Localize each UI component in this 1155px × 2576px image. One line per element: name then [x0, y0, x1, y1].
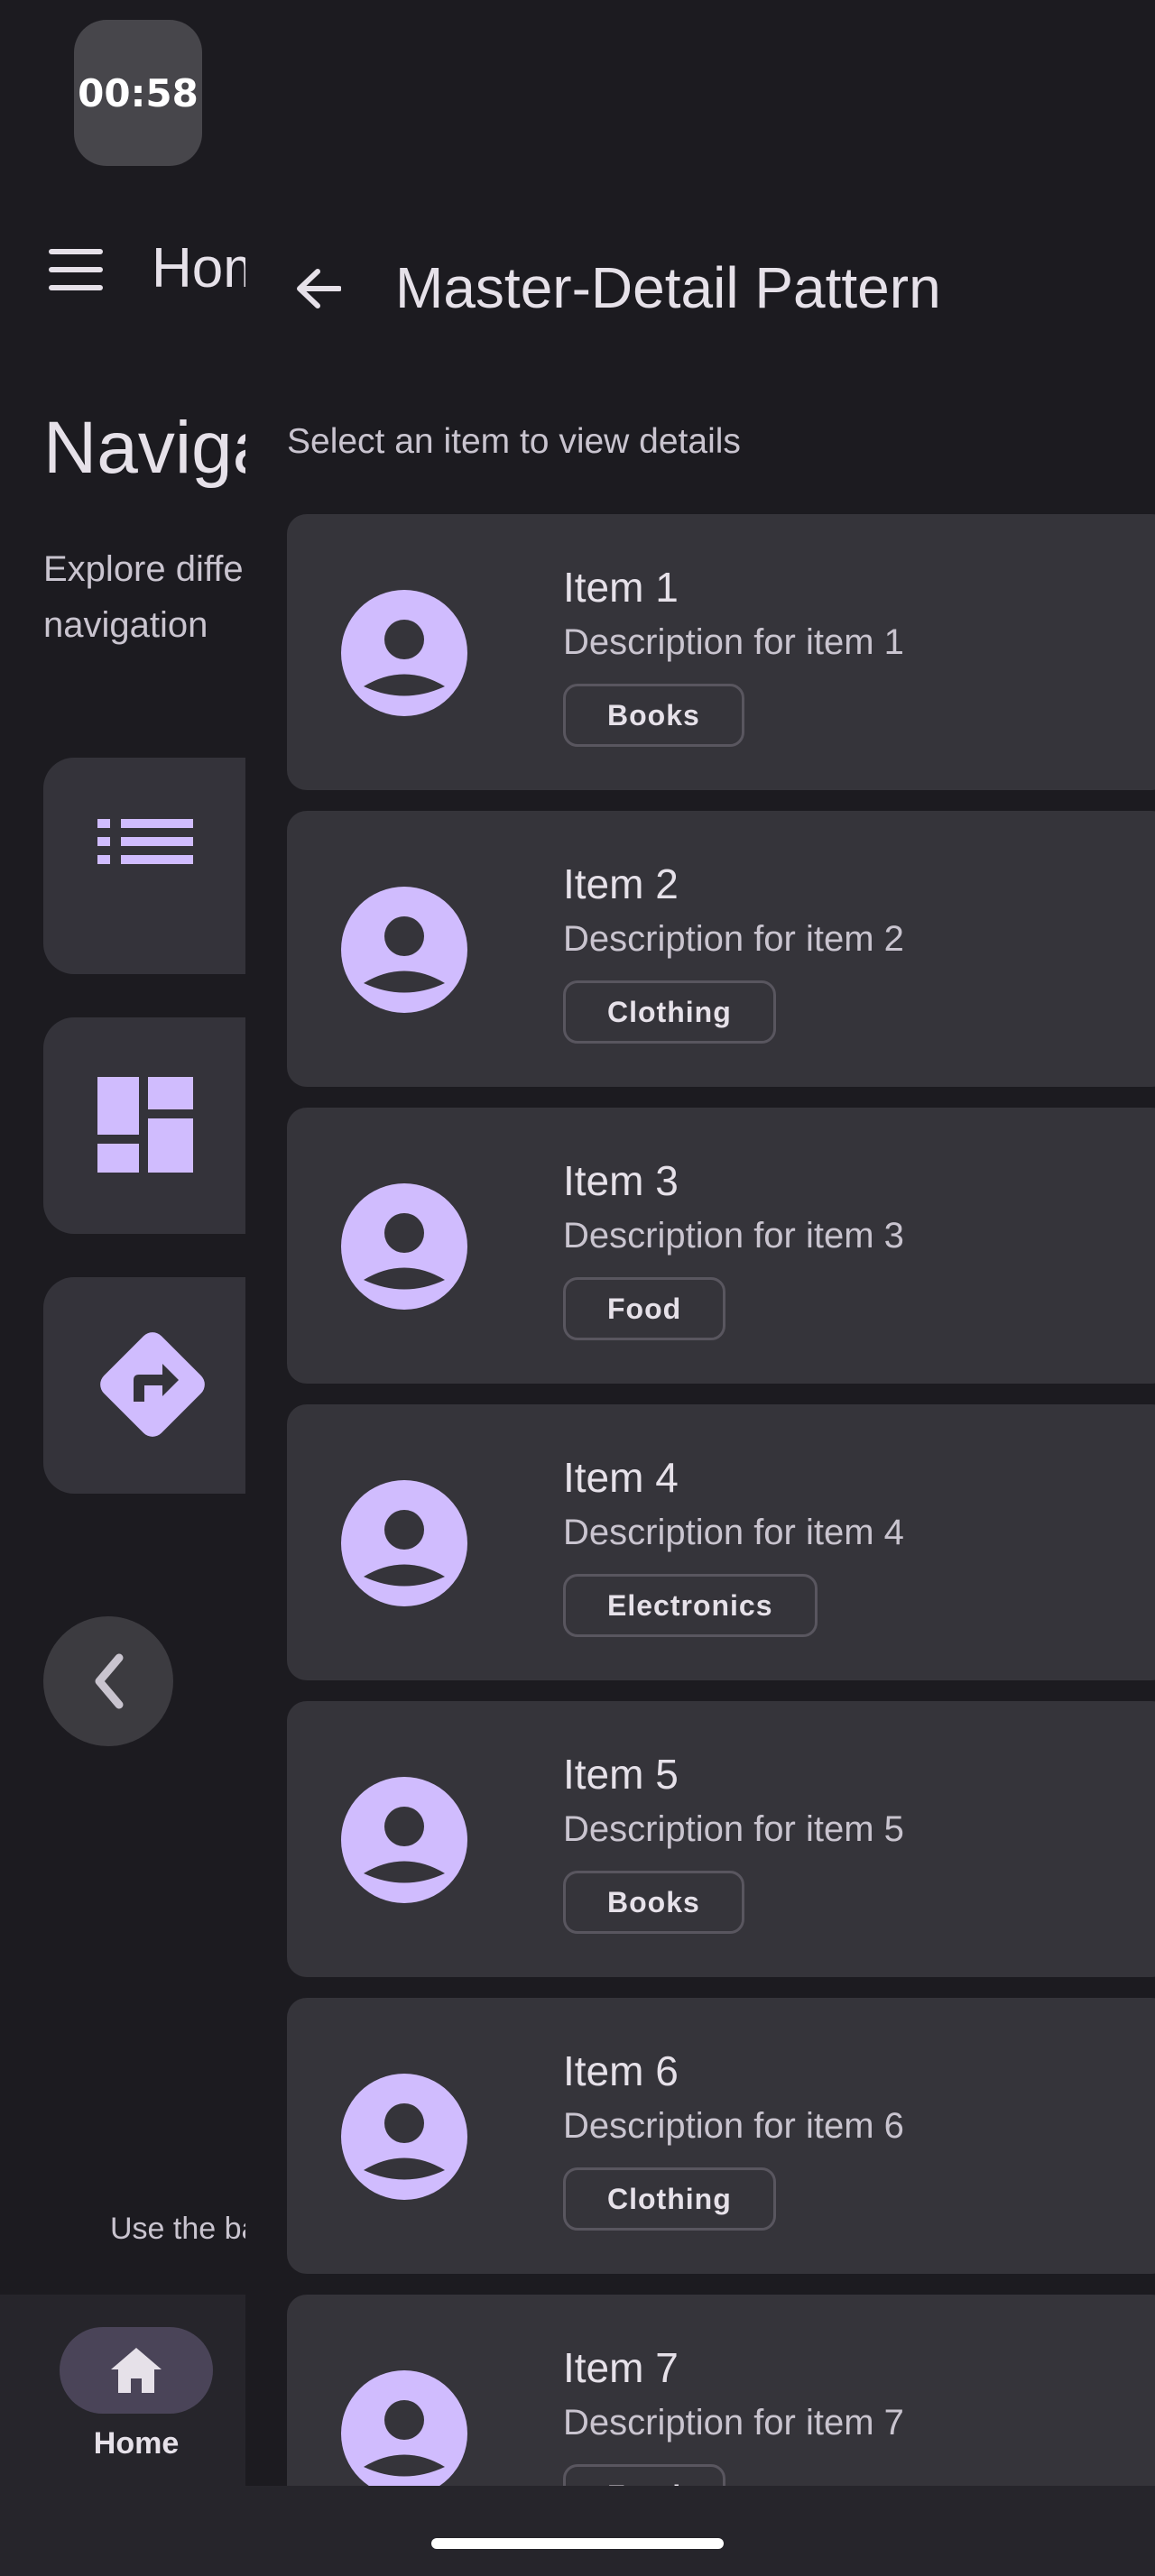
list-icon	[97, 819, 193, 864]
directions-icon	[100, 1332, 205, 1437]
item-title: Item 1	[563, 564, 679, 611]
person-avatar-icon	[341, 1777, 467, 1903]
item-description: Description for item 6	[563, 2106, 904, 2146]
person-avatar-icon	[341, 2370, 467, 2486]
item-description: Description for item 1	[563, 622, 904, 662]
person-avatar-icon	[341, 2074, 467, 2200]
person-avatar-icon	[341, 1183, 467, 1310]
list-item[interactable]: Item 4 Description for item 4 Electronic…	[287, 1404, 1155, 1680]
category-chip: Food	[563, 1277, 726, 1340]
home-icon	[111, 2348, 162, 2393]
list-item[interactable]: Item 1 Description for item 1 Books	[287, 514, 1155, 790]
item-description: Description for item 7	[563, 2403, 904, 2443]
person-avatar-icon	[341, 887, 467, 1013]
tab-home[interactable]	[60, 2327, 213, 2414]
list-item[interactable]: Item 2 Description for item 2 Clothing	[287, 811, 1155, 1087]
item-description: Description for item 3	[563, 1216, 904, 1256]
item-title: Item 4	[563, 1454, 679, 1501]
item-title: Item 2	[563, 860, 679, 907]
arrow-back-icon[interactable]	[296, 269, 341, 308]
item-title: Item 7	[563, 2344, 679, 2391]
status-time: 00:58	[74, 20, 202, 166]
dashboard-icon	[97, 1077, 193, 1173]
item-title: Item 3	[563, 1157, 679, 1204]
category-chip: Books	[563, 684, 744, 747]
item-title: Item 6	[563, 2047, 679, 2094]
category-chip: Clothing	[563, 980, 776, 1044]
tab-home-label: Home	[93, 2426, 180, 2461]
list-item[interactable]: Item 3 Description for item 3 Food	[287, 1108, 1155, 1384]
screen: 00:58 61 Home Navigation Patterns Explor…	[0, 0, 1155, 2576]
chevron-left-icon	[95, 1653, 124, 1709]
home-indicator[interactable]	[431, 2538, 724, 2549]
person-avatar-icon	[341, 590, 467, 716]
list-item[interactable]: Item 5 Description for item 5 Books	[287, 1701, 1155, 1977]
detail-title: Master-Detail Pattern	[395, 255, 941, 320]
person-avatar-icon	[341, 1480, 467, 1606]
detail-subtitle: Select an item to view details	[287, 422, 741, 461]
category-chip: Books	[563, 1871, 744, 1934]
detail-page: Master-Detail Pattern Select an item to …	[245, 0, 1155, 2486]
item-description: Description for item 5	[563, 1809, 904, 1849]
back-fab[interactable]	[43, 1616, 173, 1746]
list-item[interactable]: Item 6 Description for item 6 Clothing	[287, 1998, 1155, 2274]
category-chip: Food	[563, 2464, 726, 2486]
menu-icon[interactable]	[49, 249, 103, 294]
category-chip: Electronics	[563, 1574, 818, 1637]
item-description: Description for item 2	[563, 919, 904, 959]
item-title: Item 5	[563, 1751, 679, 1798]
list-item[interactable]: Item 7 Description for item 7 Food	[287, 2295, 1155, 2486]
item-list: Item 1 Description for item 1 Books Item…	[287, 514, 1155, 2486]
detail-app-bar: Master-Detail Pattern	[245, 244, 1155, 334]
item-description: Description for item 4	[563, 1513, 904, 1552]
category-chip: Clothing	[563, 2167, 776, 2231]
